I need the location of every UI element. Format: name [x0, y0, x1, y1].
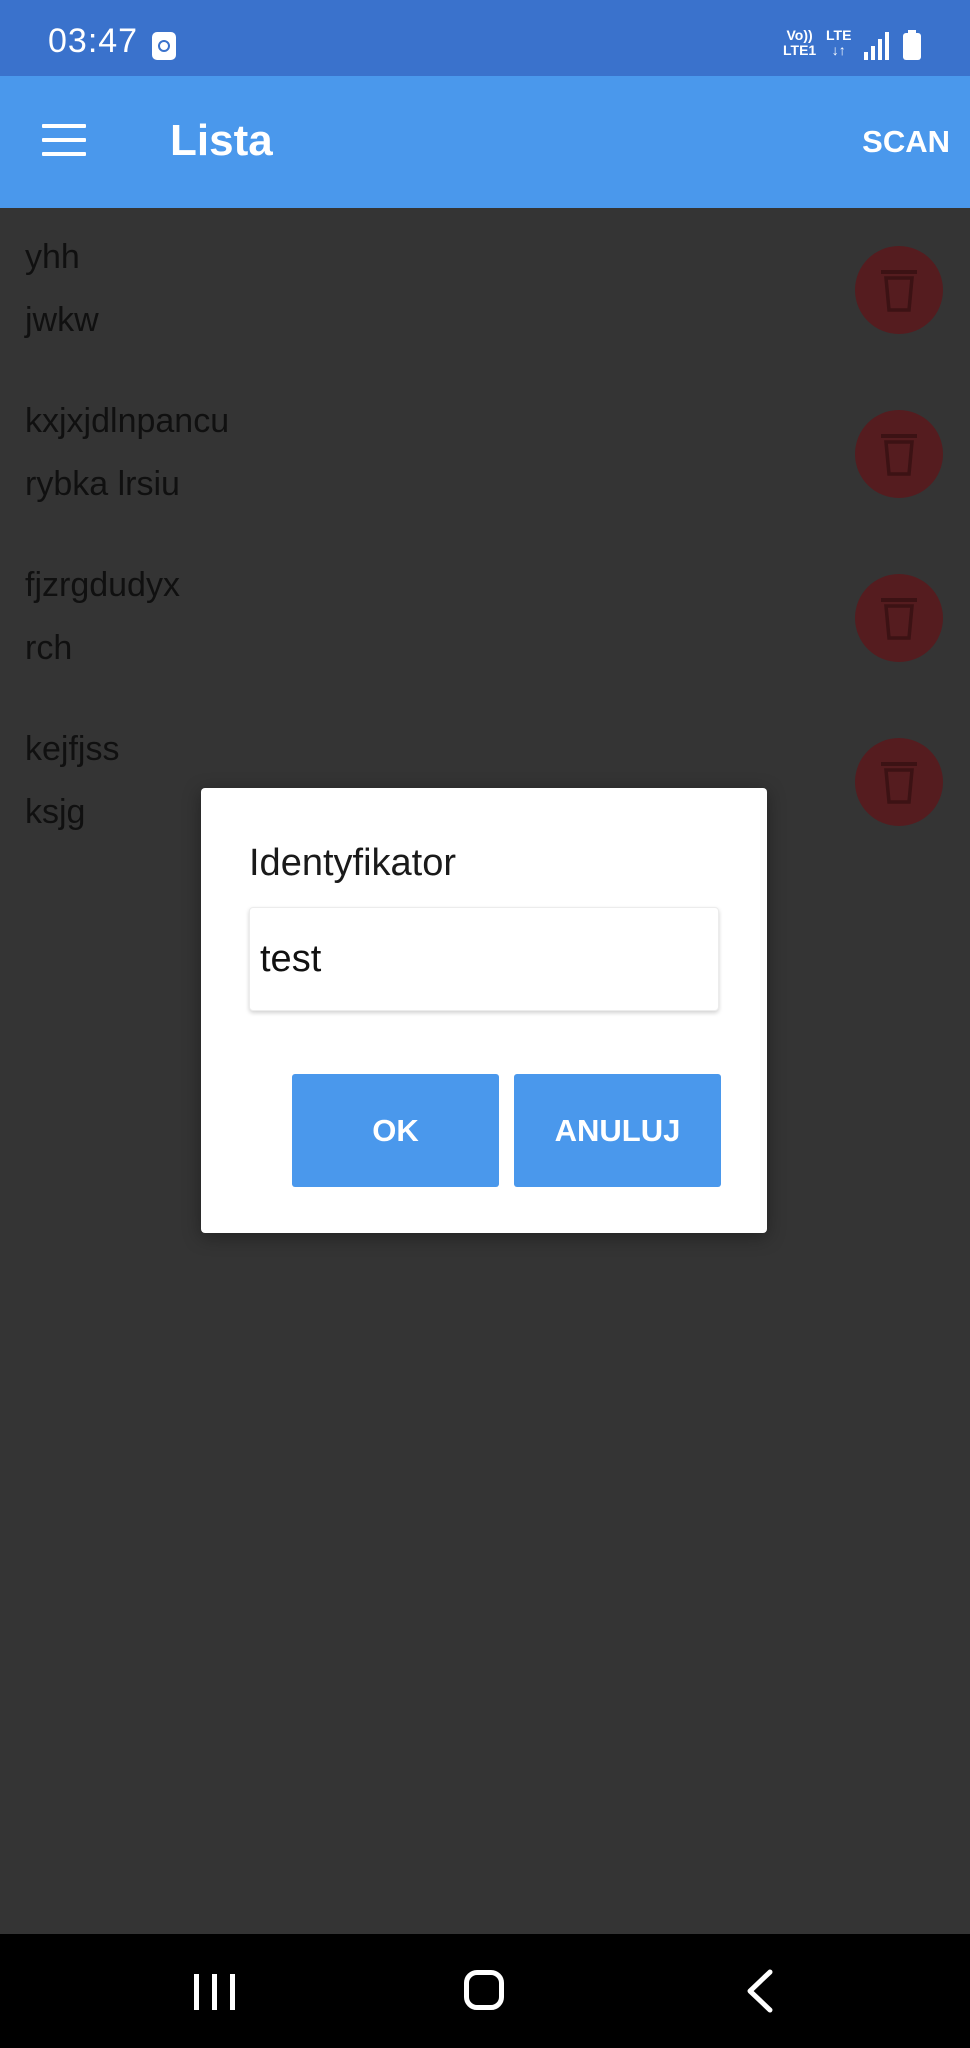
lte-top-label: LTE	[826, 27, 852, 43]
lte-bottom-label: ↓↑	[831, 42, 846, 58]
recents-icon[interactable]	[194, 1974, 238, 2010]
status-bar: 03:47 Vo)) LTE1 LTE ↓↑	[0, 0, 970, 76]
page-title: Lista	[170, 116, 273, 165]
identifier-input[interactable]	[249, 907, 719, 1011]
volte-bottom-label: LTE1	[783, 42, 817, 58]
item-primary-text: kejfjss	[25, 730, 120, 768]
home-icon[interactable]	[464, 1970, 504, 2010]
delete-button[interactable]	[855, 410, 943, 498]
item-secondary-text: rch	[25, 629, 73, 667]
item-secondary-text: rybka lrsiu	[25, 465, 180, 503]
item-primary-text: fjzrgdudyx	[25, 566, 180, 604]
identifier-dialog: Identyfikator OK ANULUJ	[201, 788, 767, 1233]
dialog-title: Identyfikator	[249, 842, 456, 884]
lte-indicator: LTE ↓↑	[826, 28, 851, 58]
delete-button[interactable]	[855, 738, 943, 826]
status-time: 03:47	[48, 22, 139, 60]
volte-indicator: Vo)) LTE1	[783, 28, 816, 58]
signal-icon	[864, 32, 889, 60]
trash-icon	[881, 270, 917, 312]
list-item[interactable]: fjzrgdudyx rch	[0, 536, 970, 700]
delete-button[interactable]	[855, 246, 943, 334]
trash-icon	[881, 762, 917, 804]
cancel-button[interactable]: ANULUJ	[514, 1074, 721, 1187]
trash-icon	[881, 598, 917, 640]
app-bar: Lista SCAN	[0, 76, 970, 208]
item-secondary-text: jwkw	[25, 301, 99, 339]
list-item[interactable]: yhh jwkw	[0, 208, 970, 372]
item-primary-text: kxjxjdlnpancu	[25, 402, 230, 440]
menu-icon[interactable]	[42, 124, 88, 160]
list-item[interactable]: kxjxjdlnpancu rybka lrsiu	[0, 372, 970, 536]
volte-top-label: Vo))	[786, 27, 813, 43]
notification-app-icon	[152, 32, 176, 60]
delete-button[interactable]	[855, 574, 943, 662]
battery-icon	[903, 30, 921, 60]
screen: 03:47 Vo)) LTE1 LTE ↓↑ Lista SCAN yhh jw…	[0, 0, 970, 2048]
scan-button[interactable]: SCAN	[862, 124, 950, 160]
item-primary-text: yhh	[25, 238, 80, 276]
item-secondary-text: ksjg	[25, 793, 86, 831]
ok-button[interactable]: OK	[292, 1074, 499, 1187]
back-icon[interactable]	[740, 1968, 780, 2014]
navigation-bar	[0, 1934, 970, 2048]
trash-icon	[881, 434, 917, 476]
